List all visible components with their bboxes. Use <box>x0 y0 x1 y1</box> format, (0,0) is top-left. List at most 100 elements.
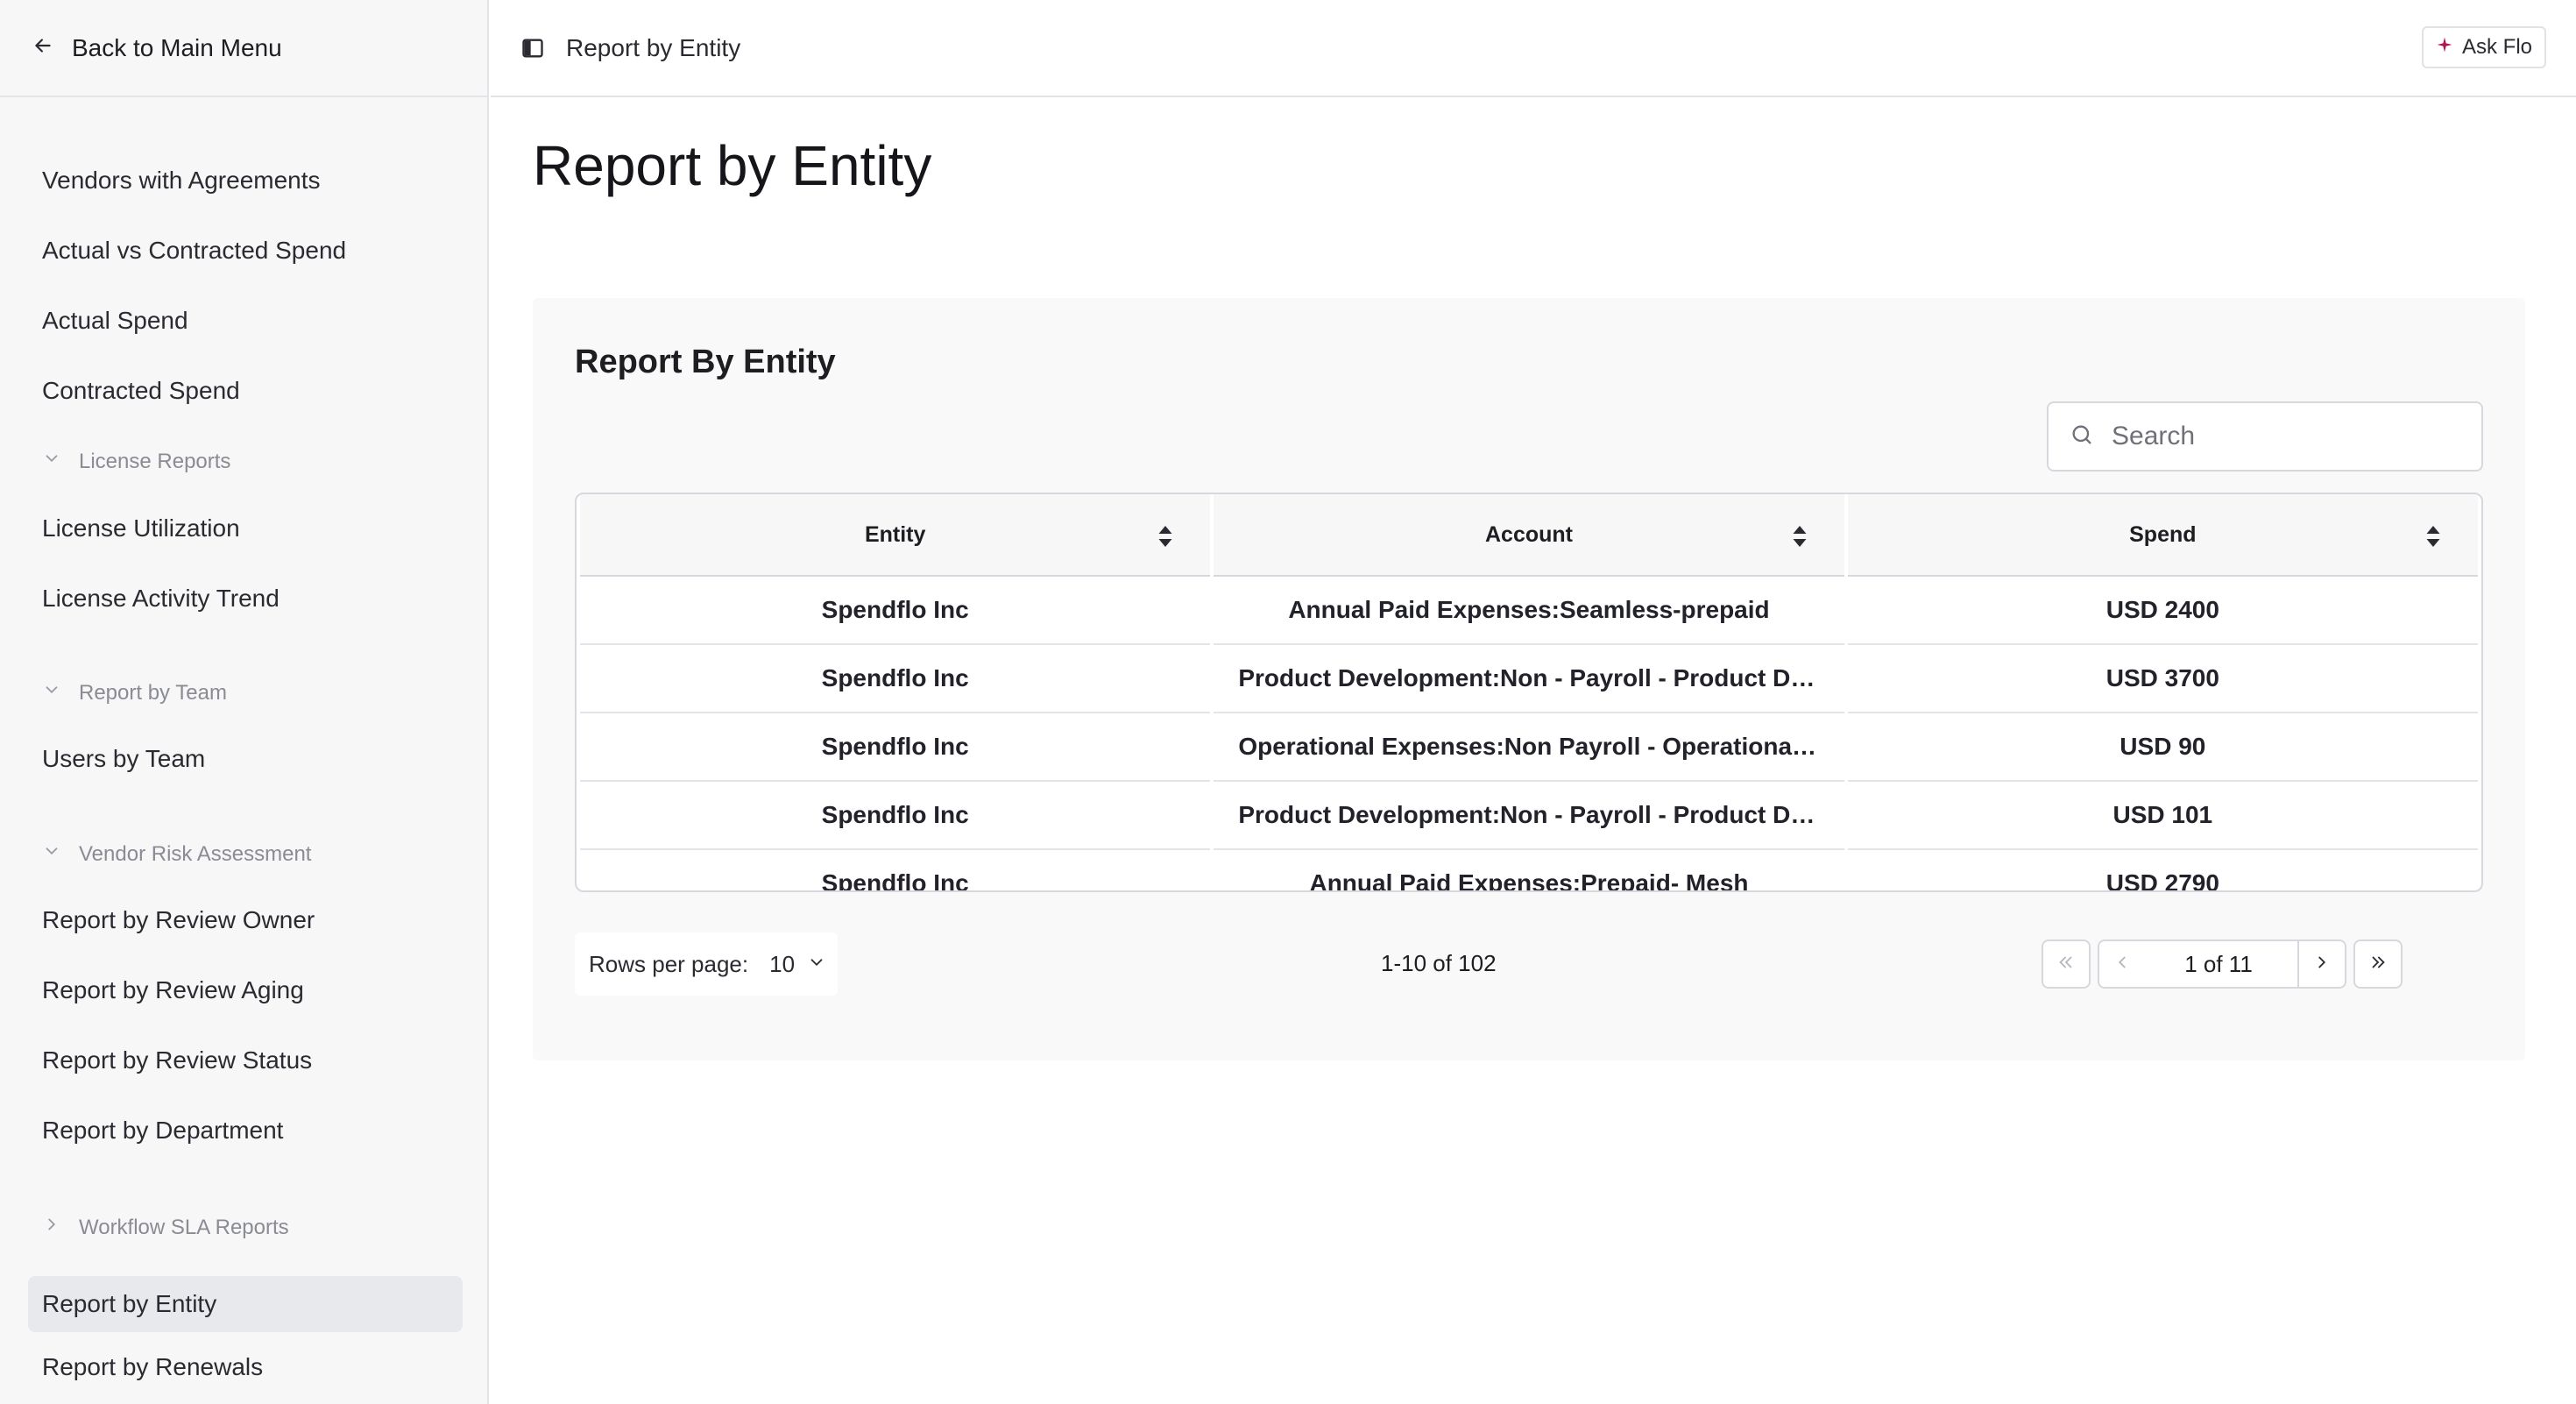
table-header-row: Entity Account Spend <box>580 494 2478 577</box>
sidebar-item-license-activity-trend[interactable]: License Activity Trend <box>28 571 463 627</box>
first-page-button[interactable] <box>2042 940 2091 989</box>
chevron-right-icon <box>2312 953 2332 976</box>
entity-table: Entity Account Spend Spendflo Inc Annual… <box>575 493 2483 892</box>
section-report-by-team[interactable]: Report by Team <box>42 680 227 706</box>
table-row[interactable]: Spendflo Inc Product Development:Non - P… <box>580 782 2478 850</box>
sidebar-item-report-by-entity[interactable]: Report by Entity <box>28 1276 463 1332</box>
column-header-account[interactable]: Account <box>1214 494 1844 577</box>
sidebar-item-report-by-department[interactable]: Report by Department <box>28 1103 463 1159</box>
cell-account: Product Development:Non - Payroll - Prod… <box>1214 782 1844 850</box>
table-row[interactable]: Spendflo Inc Annual Paid Expenses:Seamle… <box>580 577 2478 645</box>
column-label: Account <box>1484 521 1573 547</box>
column-header-spend[interactable]: Spend <box>1847 494 2478 577</box>
section-label: Report by Team <box>79 680 227 705</box>
cell-account: Annual Paid Expenses:Prepaid- Mesh <box>1214 850 1844 890</box>
column-label: Entity <box>864 521 926 547</box>
report-card: Report By Entity Entity Account <box>533 298 2525 1060</box>
sidebar-item-label: Actual Spend <box>42 307 188 334</box>
sidebar-item-report-by-renewals[interactable]: Report by Renewals <box>28 1339 463 1395</box>
sidebar-item-actual-vs-contracted-spend[interactable]: Actual vs Contracted Spend <box>28 223 463 279</box>
sidebar-item-license-utilization[interactable]: License Utilization <box>28 500 463 557</box>
chevron-down-icon <box>795 951 826 978</box>
cell-entity: Spendflo Inc <box>580 645 1211 713</box>
rows-per-page-value: 10 <box>769 950 796 977</box>
search-icon <box>2070 422 2094 451</box>
page-indicator[interactable]: 1 of 11 <box>2140 940 2297 989</box>
cell-entity: Spendflo Inc <box>580 782 1211 850</box>
page-indicator-text: 1 of 11 <box>2184 950 2253 977</box>
sidebar-item-label: Vendors with Agreements <box>42 167 321 194</box>
ask-flo-button[interactable]: Ask Flo <box>2421 26 2546 68</box>
section-vendor-risk-assessment[interactable]: Vendor Risk Assessment <box>42 841 311 867</box>
cell-spend: USD 2790 <box>1847 850 2478 890</box>
section-workflow-sla-reports[interactable]: Workflow SLA Reports <box>42 1215 289 1240</box>
arrow-left-icon <box>32 34 54 61</box>
sparkle-icon <box>2436 35 2462 60</box>
sidebar-item-label: License Activity Trend <box>42 585 280 612</box>
search-box[interactable] <box>2047 401 2483 472</box>
section-label: License Reports <box>79 449 231 473</box>
table-row[interactable]: Spendflo Inc Operational Expenses:Non Pa… <box>580 713 2478 782</box>
column-label: Spend <box>2129 521 2197 547</box>
sort-icon[interactable] <box>2425 526 2441 547</box>
sidebar-item-label: Contracted Spend <box>42 377 240 404</box>
cell-spend: USD 90 <box>1847 713 2478 782</box>
sidebar-item-vendors-with-agreements[interactable]: Vendors with Agreements <box>28 152 463 209</box>
section-label: Workflow SLA Reports <box>79 1215 289 1239</box>
sidebar-item-label: Report by Entity <box>42 1290 217 1317</box>
section-license-reports[interactable]: License Reports <box>42 449 230 474</box>
cell-spend: USD 3700 <box>1847 645 2478 713</box>
table-row[interactable]: Spendflo Inc Annual Paid Expenses:Prepai… <box>580 850 2478 890</box>
sidebar-toggle-icon[interactable] <box>520 36 545 60</box>
ask-flo-label: Ask Flo <box>2461 35 2532 59</box>
chevron-down-icon <box>42 841 79 867</box>
sidebar: Back to Main Menu Vendors with Agreement… <box>0 0 489 1404</box>
sidebar-item-label: Report by Review Aging <box>42 976 304 1003</box>
sidebar-item-label: Report by Review Status <box>42 1046 313 1074</box>
cell-entity: Spendflo Inc <box>580 577 1211 645</box>
chevrons-right-icon <box>2368 953 2388 976</box>
chevron-left-icon <box>2112 953 2132 976</box>
page-title: Report by Entity <box>533 134 932 197</box>
sidebar-item-users-by-team[interactable]: Users by Team <box>28 731 463 787</box>
sidebar-item-label: Report by Review Owner <box>42 906 315 933</box>
sort-icon[interactable] <box>1157 526 1173 547</box>
chevrons-left-icon <box>2056 953 2076 976</box>
last-page-button[interactable] <box>2353 940 2403 989</box>
cell-account: Annual Paid Expenses:Seamless-prepaid <box>1214 577 1844 645</box>
back-label: Back to Main Menu <box>72 33 282 61</box>
sidebar-item-label: Report by Department <box>42 1117 284 1144</box>
cell-entity: Spendflo Inc <box>580 713 1211 782</box>
cell-account: Operational Expenses:Non Payroll - Opera… <box>1214 713 1844 782</box>
search-input[interactable] <box>2112 422 2462 451</box>
sidebar-item-report-by-review-status[interactable]: Report by Review Status <box>28 1032 463 1088</box>
sidebar-item-label: License Utilization <box>42 514 240 542</box>
top-header: Report by Entity Ask Flo <box>491 0 2576 97</box>
pagination-bar: Rows per page: 10 1-10 of 102 1 of 11 <box>575 932 2483 996</box>
chevron-down-icon <box>42 449 79 474</box>
sidebar-item-label: Actual vs Contracted Spend <box>42 237 347 264</box>
chevron-right-icon <box>42 1215 79 1240</box>
section-label: Vendor Risk Assessment <box>79 841 312 866</box>
cell-account: Product Development:Non - Payroll - Prod… <box>1214 645 1844 713</box>
sidebar-item-report-by-review-owner[interactable]: Report by Review Owner <box>28 892 463 948</box>
sidebar-item-report-by-review-aging[interactable]: Report by Review Aging <box>28 962 463 1018</box>
column-header-entity[interactable]: Entity <box>580 494 1211 577</box>
sort-icon[interactable] <box>1792 526 1808 547</box>
cell-spend: USD 101 <box>1847 782 2478 850</box>
cell-entity: Spendflo Inc <box>580 850 1211 890</box>
rows-per-page-select[interactable]: Rows per page: 10 <box>575 932 838 996</box>
sidebar-item-label: Users by Team <box>42 745 206 772</box>
back-to-main-menu[interactable]: Back to Main Menu <box>0 0 487 97</box>
table-row[interactable]: Spendflo Inc Product Development:Non - P… <box>580 645 2478 713</box>
chevron-down-icon <box>42 680 79 706</box>
sidebar-item-actual-spend[interactable]: Actual Spend <box>28 293 463 349</box>
cell-spend: USD 2400 <box>1847 577 2478 645</box>
sidebar-item-contracted-spend[interactable]: Contracted Spend <box>28 363 463 419</box>
card-title: Report By Entity <box>575 344 836 380</box>
next-page-button[interactable] <box>2297 940 2346 989</box>
sidebar-item-label: Report by Renewals <box>42 1353 264 1380</box>
rows-per-page-label: Rows per page: <box>589 950 749 977</box>
breadcrumb: Report by Entity <box>566 33 741 61</box>
pagination-range: 1-10 of 102 <box>1381 950 1497 976</box>
